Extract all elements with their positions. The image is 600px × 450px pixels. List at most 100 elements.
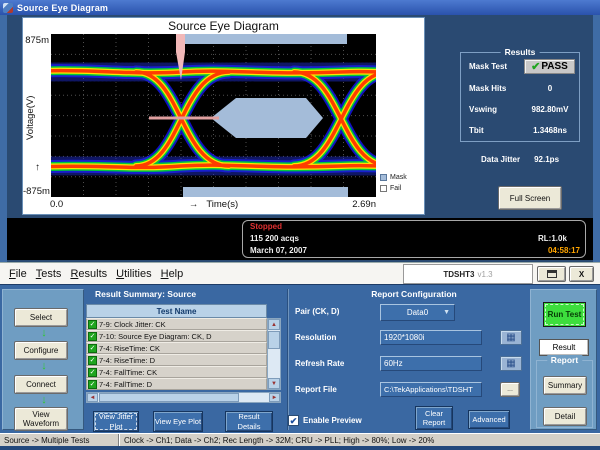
report-file-label: Report File [295,385,337,394]
advanced-button[interactable]: Advanced [468,410,510,429]
data-jitter-label: Data Jitter [481,155,520,164]
acquisition-status-box: Stopped 115 200 acqs RL:1.0k March 07, 2… [242,220,586,258]
test-list-header: Test Name [86,304,267,318]
enable-preview-checkbox[interactable]: ✔ [288,415,299,426]
window-left-border [0,15,7,262]
connect-button[interactable]: Connect [14,375,68,394]
refresh-rate-keypad-button[interactable]: ▦ [500,356,522,371]
scroll-up-icon[interactable]: ▲ [268,319,280,330]
report-file-field[interactable]: C:\TekApplications\TDSHT [380,382,482,397]
clear-report-button[interactable]: Clear Report [415,406,453,430]
resolution-keypad-button[interactable]: ▦ [500,330,522,345]
keypad-icon: ▦ [506,359,515,369]
chevron-down-icon: ▼ [443,309,450,316]
flow-panel: Select ↓ Configure ↓ Connect ↓ View Wave… [2,289,84,430]
display-area: Source Eye Diagram [0,15,600,262]
minimize-app-button[interactable] [537,266,566,282]
menu-utilities[interactable]: Utilities [116,268,151,280]
view-eye-plot-button[interactable]: View Eye Plot [153,411,203,432]
mask-bar-bottom [183,187,348,197]
results-group: Results Mask Test ✔ PASS Mask Hits 0 Vsw… [460,52,580,142]
resolution-field[interactable]: 1920*1080i [380,330,482,345]
test-row[interactable]: ✓7-10: Source Eye Diagram: CK, D [86,330,267,342]
view-waveform-button[interactable]: View Waveform [14,407,68,431]
result-details-button[interactable]: Result Details [225,411,273,432]
scroll-right-icon[interactable]: ► [269,393,280,402]
test-row[interactable]: ✓7-4: RiseTime: D [86,354,267,366]
summary-button[interactable]: Summary [543,376,587,395]
report-group: Report Summary Detail [536,360,593,428]
scrollbar-thumb[interactable] [268,331,280,349]
scrollbar-thumb[interactable] [99,393,239,402]
eye-diagram-svg [51,34,376,197]
menu-file[interactable]: File [9,268,27,280]
test-row[interactable]: ✓7-4: RiseTime: CK [86,342,267,354]
keypad-icon: ▦ [506,333,515,343]
view-jitter-plot-button[interactable]: View Jitter Plot [93,411,139,432]
mask-hits-value: 0 [525,84,575,93]
pass-check-icon: ✓ [88,356,97,365]
mask-hexagon [211,98,323,138]
record-length: RL:1.0k [538,234,567,243]
report-file-browse-button[interactable]: ... [500,382,520,397]
flow-arrow-down-icon: ↓ [3,327,85,339]
section-divider [287,289,289,430]
horizontal-scrollbar[interactable]: ◄ ► [86,392,281,403]
refresh-rate-label: Refresh Rate [295,359,344,368]
pair-value: Data0 [407,308,428,317]
test-row[interactable]: ✓7-9: Clock Jitter: CK [86,318,267,330]
window-right-border [593,15,600,262]
scroll-left-icon[interactable]: ◄ [87,393,98,402]
x-axis-max: 2.69n [345,199,376,210]
menu-tests[interactable]: Tests [36,268,62,280]
close-app-button[interactable]: X [569,266,594,282]
pass-check-icon: ✓ [88,380,97,389]
configure-button[interactable]: Configure [14,341,68,360]
window-titlebar[interactable]: Source Eye Diagram [0,0,600,15]
mask-legend-swatch [380,174,387,181]
fail-legend-label: Fail [390,185,401,192]
pass-check-icon: ✓ [88,332,97,341]
refresh-rate-field[interactable]: 60Hz [380,356,482,371]
mask-legend-label: Mask [390,174,407,181]
test-list: Test Name ✓7-9: Clock Jitter: CK ✓7-10: … [86,304,267,390]
pass-check-icon: ✓ [88,368,97,377]
acquisition-date: March 07, 2007 [250,246,307,255]
status-source: Source -> Multiple Tests [4,436,89,445]
status-bar: Source -> Multiple Tests Clock -> Ch1; D… [0,433,600,446]
pair-dropdown[interactable]: Data0 ▼ [380,304,455,321]
result-button[interactable]: Result [539,339,589,356]
eye-diagram-panel: Source Eye Diagram [22,17,425,215]
menu-results[interactable]: Results [70,268,107,280]
enable-preview-label: Enable Preview [303,416,362,425]
menu-help[interactable]: Help [161,268,184,280]
detail-button[interactable]: Detail [543,407,587,426]
report-group-title: Report [547,355,582,365]
scroll-down-icon[interactable]: ▼ [268,378,280,389]
status-config: Clock -> Ch1; Data -> Ch2; Rec Length ->… [124,436,434,445]
app-version-box: TDSHT3 v1.3 [403,264,533,284]
x-axis-label: Time(s) [206,199,238,210]
test-row[interactable]: ✓7-4: FallTime: D [86,378,267,390]
mask-bar-top [185,34,347,44]
pass-check-icon: ✓ [88,320,97,329]
app-name: TDSHT3 [443,270,474,279]
run-panel: Run Test Result Report Summary Detail [530,289,597,430]
pass-check-icon: ✓ [88,344,97,353]
pair-label: Pair (CK, D) [295,307,339,316]
vswing-label: Vswing [469,105,525,114]
report-config-title: Report Configuration [300,289,528,299]
run-test-button[interactable]: Run Test [543,302,586,327]
full-screen-button[interactable]: Full Screen [498,186,562,210]
test-row[interactable]: ✓7-4: FallTime: CK [86,366,267,378]
vertical-scrollbar[interactable]: ▲ ▼ [267,318,281,390]
tbit-label: Tbit [469,126,525,135]
select-button[interactable]: Select [14,308,68,327]
y-axis-max: 875m [23,35,49,46]
fail-legend-swatch [380,185,387,192]
flow-arrow-down-icon: ↓ [3,360,85,372]
acquisition-count: 115 200 acqs [250,234,299,243]
y-axis-arrow-icon: ↑ [35,162,40,173]
acquisition-state: Stopped [250,222,282,231]
acquisition-time: 04:58:17 [548,246,580,255]
